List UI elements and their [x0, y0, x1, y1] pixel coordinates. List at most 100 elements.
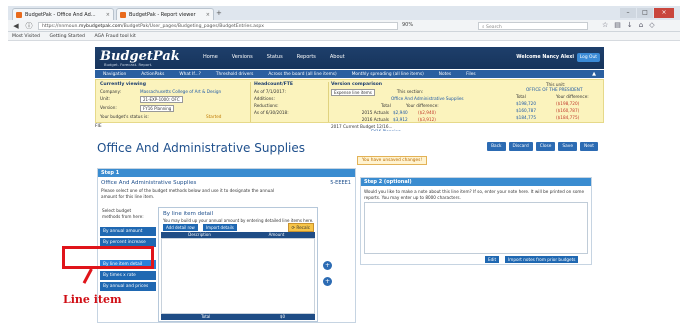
reading-list-icon[interactable]: ▤: [614, 21, 621, 29]
unit-difference-label: Your difference:: [556, 94, 589, 99]
nav-home[interactable]: Home: [203, 54, 218, 60]
actual-2015-label: 2015 Actuals: [361, 110, 389, 115]
nav-reports[interactable]: Reports: [297, 54, 316, 60]
browser-tab-bar: BudgetPak - Office And Ad... × BudgetPak…: [8, 6, 680, 20]
collapse-triangle-icon[interactable]: ▲: [592, 71, 596, 77]
bookmark-getting-started[interactable]: Getting Started: [49, 34, 85, 39]
this-section-sub: Office And Administrative Supplies: [391, 96, 464, 101]
main-nav: Home Versions Status Reports About: [203, 54, 345, 60]
version-select[interactable]: FY16 Planning: [140, 105, 175, 112]
url-host: mybudgetpak.com: [78, 24, 123, 29]
unit-2015-diff: ($198,720): [556, 101, 580, 106]
url-path: /BudgetPak/User_pages/Budgeting_pages/Bu…: [122, 24, 265, 29]
headcount-row: Reductions:: [254, 103, 279, 108]
unit-2016-total: $160,787: [516, 108, 536, 113]
detail-table-body[interactable]: [161, 238, 315, 314]
subnav-across-board[interactable]: Across the board (all line items): [268, 72, 336, 77]
maximize-icon[interactable]: □: [637, 8, 653, 18]
browser-search-input[interactable]: ⌕ Search: [478, 22, 588, 30]
actual-2016-diff: ($3,912): [418, 117, 436, 122]
method-annual-prices[interactable]: By annual and prices: [100, 282, 156, 291]
home-icon[interactable]: ⌂: [639, 21, 643, 29]
close-button[interactable]: Close: [535, 142, 556, 151]
step2-panel: Step 2 (optional) Would you like to make…: [360, 177, 592, 265]
subnav-notes[interactable]: Notes: [439, 72, 451, 77]
page-title: Office And Administrative Supplies: [97, 141, 306, 155]
bookmark-aga[interactable]: AGA Fraud tool kit: [94, 34, 135, 39]
logout-button[interactable]: Log Out: [576, 53, 600, 62]
currently-viewing-heading: Currently viewing: [100, 82, 146, 87]
nav-status[interactable]: Status: [267, 54, 283, 60]
budgetpak-favicon-icon: [16, 12, 22, 18]
add-circle-icon[interactable]: +: [323, 277, 332, 286]
subnav-navigation[interactable]: Navigation: [103, 72, 126, 77]
method-annual-amount[interactable]: By annual amount: [100, 227, 156, 236]
add-detail-row-button[interactable]: Add detail row: [163, 224, 198, 231]
subnav-actionpaks[interactable]: ActionPaks: [141, 72, 164, 77]
currently-viewing-section: Currently viewing Company: Massachusetts …: [100, 82, 250, 119]
unit-select[interactable]: 21-EXP-1000: OFC: [140, 96, 183, 103]
company-value: Massachusetts College of Art & Design: [140, 89, 222, 94]
note-textarea[interactable]: [364, 202, 588, 254]
browser-tab-active[interactable]: BudgetPak - Office And Ad... ×: [12, 8, 114, 20]
version-label: Version:: [100, 105, 117, 110]
edit-note-button[interactable]: Edit: [485, 256, 500, 263]
discard-button[interactable]: Discard: [508, 142, 533, 151]
actual-2016-total: $3,912: [393, 117, 408, 122]
url-prefix: https://nnmoun.: [42, 24, 79, 29]
browser-tab-report[interactable]: BudgetPak - Report viewer ×: [116, 8, 214, 20]
info-icon[interactable]: ⓘ: [24, 21, 34, 31]
nav-versions[interactable]: Versions: [232, 54, 253, 60]
zoom-level[interactable]: 90%: [402, 22, 413, 28]
subnav-what-if[interactable]: What If...?: [179, 72, 201, 77]
new-tab-icon[interactable]: +: [216, 9, 222, 17]
context-info-panel: Currently viewing Company: Massachusetts …: [95, 79, 604, 134]
nav-about[interactable]: About: [330, 54, 345, 60]
headcount-row: As of 6/30/2018:: [254, 110, 289, 115]
star-icon[interactable]: ☆: [602, 21, 608, 29]
close-tab-icon[interactable]: ×: [206, 12, 210, 18]
total-value: $0: [279, 314, 285, 319]
minimize-icon[interactable]: –: [620, 8, 636, 18]
unit-2015-total: $198,720: [516, 101, 536, 106]
bookmark-most-visited[interactable]: Most Visited: [12, 34, 40, 39]
import-details-button[interactable]: Import details: [203, 224, 237, 231]
back-arrow-icon[interactable]: ◀: [11, 21, 21, 31]
step1-description: Please select one of the budget methods …: [101, 188, 275, 199]
close-tab-icon[interactable]: ×: [106, 12, 110, 18]
back-button[interactable]: Back: [487, 142, 506, 151]
step1-code: 5-EEEE1: [330, 180, 351, 186]
version-comparison-heading: Version comparison: [331, 82, 383, 87]
action-buttons: Back Discard Close Save Next: [487, 142, 598, 151]
subnav-threshold-drivers[interactable]: Threshold drivers: [216, 72, 253, 77]
window-close-icon[interactable]: ×: [654, 8, 674, 18]
add-circle-icon[interactable]: +: [323, 261, 332, 270]
difference-label: Your difference:: [406, 103, 439, 108]
total-label: Total: [201, 314, 211, 319]
select-methods-label: Select budget methods from here:: [102, 208, 144, 219]
company-label: Company:: [100, 89, 122, 94]
unit-2016-diff: ($160,787): [556, 108, 580, 113]
toolbar-icons: ☆ ▤ ↓ ⌂ ◇: [602, 21, 655, 29]
address-bar[interactable]: https://nnmoun.mybudgetpak.com/BudgetPak…: [38, 22, 398, 30]
browser-toolbar: ◀ ⓘ https://nnmoun.mybudgetpak.com/Budge…: [8, 20, 680, 32]
tab-title: BudgetPak - Report viewer: [129, 12, 196, 18]
expense-line-items-select[interactable]: Expense line items: [331, 89, 375, 96]
status-value: Started: [206, 114, 222, 119]
subnav-files[interactable]: Files: [466, 72, 475, 77]
shield-icon[interactable]: ◇: [649, 21, 654, 29]
highlight-box: [62, 246, 154, 269]
subnav-monthly-spreading[interactable]: Monthly spreading (all line items): [352, 72, 424, 77]
next-button[interactable]: Next: [579, 142, 598, 151]
save-button[interactable]: Save: [558, 142, 577, 151]
import-notes-button[interactable]: Import notes from prior budgets: [505, 256, 579, 263]
budgetpak-favicon-icon: [120, 12, 126, 18]
unit-budget-diff: ($184,775): [556, 115, 580, 120]
welcome-text: Welcome Nancy Alexi: [516, 55, 574, 60]
method-times-rate[interactable]: By times x rate: [100, 271, 156, 280]
fie-label: FIE: [95, 124, 102, 129]
step1-header: Step 1: [98, 169, 355, 177]
download-icon[interactable]: ↓: [627, 21, 633, 29]
recalc-button[interactable]: ⟳ Recalc: [287, 223, 314, 232]
unit-budget-total: $184,775: [516, 115, 536, 120]
